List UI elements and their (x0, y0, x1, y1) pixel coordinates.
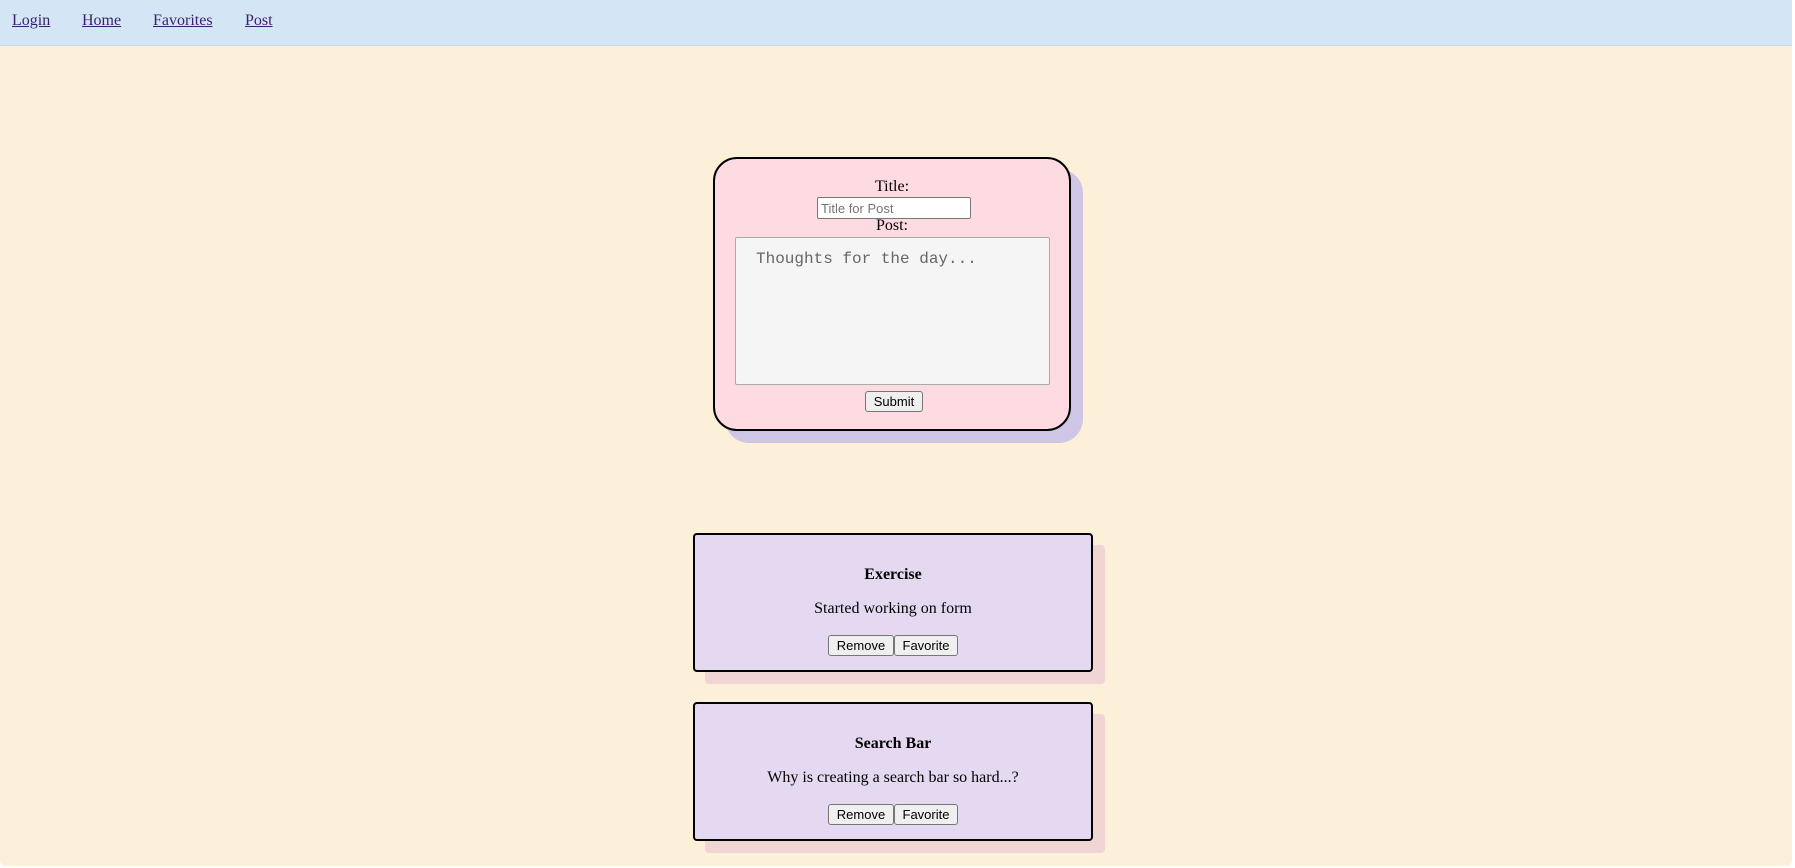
navbar: Login Home Favorites Post (0, 0, 1792, 46)
post-card: Search Bar Why is creating a search bar … (693, 702, 1093, 841)
post-card: Exercise Started working on form Remove … (693, 533, 1093, 672)
nav-link-login[interactable]: Login (12, 12, 50, 30)
nav-link-post[interactable]: Post (245, 12, 273, 30)
title-input[interactable] (817, 197, 971, 219)
title-label: Title: (874, 178, 910, 195)
app-window: Login Home Favorites Post Title: Post: S… (0, 0, 1792, 866)
nav-link-favorites[interactable]: Favorites (153, 12, 213, 30)
post-body: Started working on form (814, 600, 972, 617)
remove-button[interactable]: Remove (828, 804, 894, 825)
favorite-button[interactable]: Favorite (894, 635, 958, 656)
favorite-button[interactable]: Favorite (894, 804, 958, 825)
post-title: Search Bar (854, 735, 932, 752)
post-textarea[interactable] (735, 237, 1050, 385)
new-post-form: Title: Post: Submit (713, 157, 1071, 431)
remove-button[interactable]: Remove (828, 635, 894, 656)
post-title: Exercise (864, 566, 922, 583)
post-body: Why is creating a search bar so hard...? (767, 769, 1019, 786)
post-label: Post: (875, 217, 908, 234)
nav-link-home[interactable]: Home (82, 12, 121, 30)
submit-button[interactable]: Submit (865, 391, 923, 412)
